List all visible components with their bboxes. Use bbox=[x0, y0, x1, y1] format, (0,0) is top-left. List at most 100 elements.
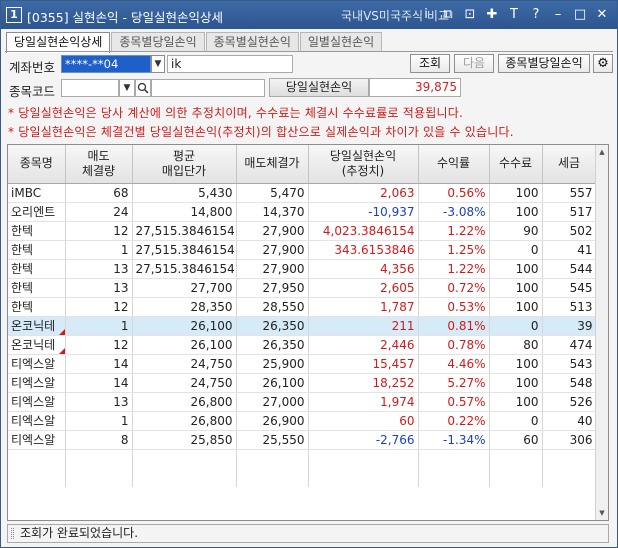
cell-fee: 100 bbox=[489, 354, 543, 374]
cell-text: 한텍 bbox=[11, 280, 34, 295]
cell-text: 26,900 bbox=[262, 413, 305, 428]
cell-sell-price: 5,470 bbox=[236, 183, 309, 203]
table-row[interactable]: 티엑스알 8 25,850 25,550 -2,766 -1.34% 60 306 bbox=[8, 430, 597, 450]
cell-text: 18,252 bbox=[372, 375, 415, 390]
cell-stock-name: 한텍 bbox=[8, 221, 66, 241]
column-header-return-rate[interactable]: 수익률 bbox=[418, 145, 490, 184]
cell-text: 100 bbox=[515, 299, 539, 314]
cell-avg-buy-price: 26,800 bbox=[132, 392, 237, 412]
tab-3[interactable]: 종목별실현손익 bbox=[205, 32, 299, 52]
maximize-icon[interactable]: □ bbox=[569, 5, 591, 25]
cell-avg-buy-price: 25,850 bbox=[132, 430, 237, 450]
cell-fee: 0 bbox=[489, 411, 543, 431]
cell-text: 5,470 bbox=[270, 185, 305, 200]
scroll-down-icon[interactable]: ▼ bbox=[596, 506, 608, 520]
table-row[interactable]: 티엑스알 13 26,800 27,000 1,974 0.57% 100 526 bbox=[8, 392, 597, 412]
cell-tax: 513 bbox=[542, 297, 597, 317]
table-row[interactable]: 한텍 13 27,515.3846154 27,900 4,356 1.22% 100 544 bbox=[8, 259, 597, 279]
tab-1[interactable]: 당일실현손익상세 bbox=[6, 32, 111, 53]
cell-return-rate: 0.53% bbox=[418, 297, 490, 317]
cell-return-rate: 4.46% bbox=[418, 354, 490, 374]
column-header-tax[interactable]: 세금 bbox=[542, 145, 597, 184]
cell-text: -2,766 bbox=[375, 432, 415, 447]
cell-stock-name: 한텍 bbox=[8, 259, 66, 279]
cell-sell-qty: 12 bbox=[65, 297, 133, 317]
cell-sell-price: 27,900 bbox=[236, 221, 309, 241]
table-row[interactable]: 온코닉테 1 26,100 26,350 211 0.81% 0 39 bbox=[8, 316, 597, 336]
scroll-up-icon[interactable]: ▲ bbox=[596, 145, 608, 159]
vertical-scrollbar[interactable]: ▲ ▼ bbox=[595, 145, 608, 520]
table-row[interactable]: 한텍 12 28,350 28,550 1,787 0.53% 100 513 bbox=[8, 297, 597, 317]
cell-text: 1.22% bbox=[447, 223, 486, 238]
empty-cell bbox=[65, 468, 133, 487]
cell-text: 13 bbox=[113, 261, 129, 276]
table-row[interactable]: 티엑스알 14 24,750 25,900 15,457 4.46% 100 543 bbox=[8, 354, 597, 374]
cell-return-rate: 1.22% bbox=[418, 259, 490, 279]
cell-avg-buy-price: 26,800 bbox=[132, 411, 237, 431]
close-icon[interactable]: ✕ bbox=[591, 5, 613, 25]
cell-text: 25,850 bbox=[190, 432, 233, 447]
help-icon[interactable]: ? bbox=[525, 5, 547, 25]
search-button[interactable]: 조회 bbox=[410, 54, 450, 73]
cell-tax: 474 bbox=[542, 335, 597, 355]
cell-stock-name: 티엑스알 bbox=[8, 373, 66, 393]
cell-text: 474 bbox=[569, 337, 593, 352]
cell-sell-qty: 14 bbox=[65, 354, 133, 374]
account-number-input[interactable]: ****-**04 bbox=[61, 55, 151, 73]
table-row[interactable]: iMBC 68 5,430 5,470 2,063 0.56% 100 557 bbox=[8, 183, 597, 203]
minimize-icon[interactable]: – bbox=[547, 5, 569, 25]
cell-fee: 100 bbox=[489, 373, 543, 393]
by-stock-daily-pnl-button[interactable]: 종목별당일손익 bbox=[498, 54, 590, 73]
link-icon[interactable]: ⧉ bbox=[437, 5, 459, 25]
info-icon[interactable]: i bbox=[415, 5, 437, 25]
cell-text: 26,100 bbox=[190, 337, 233, 352]
title-bar[interactable]: 1 [0355] 실현손익 - 당일실현손익상세 국내VS미국주식 비교 i ⧉ ⊡… bbox=[1, 1, 617, 29]
copy-icon[interactable]: ⊡ bbox=[459, 5, 481, 25]
cell-text: 1,787 bbox=[380, 299, 415, 314]
account-dropdown-icon[interactable]: ▼ bbox=[151, 55, 165, 73]
cell-text: 한텍 bbox=[11, 223, 34, 238]
next-button[interactable]: 다음 bbox=[454, 54, 494, 73]
cell-text: 100 bbox=[515, 375, 539, 390]
table-row[interactable]: 오리엔트 24 14,800 14,370 -10,937 -3.08% 100 517 bbox=[8, 202, 597, 222]
empty-cell bbox=[8, 468, 66, 487]
cell-sell-qty: 1 bbox=[65, 411, 133, 431]
cell-text: 27,900 bbox=[262, 242, 305, 257]
table-row[interactable]: 티엑스알 14 24,750 26,100 18,252 5.27% 100 548 bbox=[8, 373, 597, 393]
cell-text: 4,023.3846154 bbox=[322, 223, 415, 238]
table-row[interactable]: 온코닉테 12 26,100 26,350 2,446 0.78% 80 474 bbox=[8, 335, 597, 355]
cell-text: 13 bbox=[113, 280, 129, 295]
table-row[interactable]: 한텍 1 27,515.3846154 27,900 343.6153846 1.25% 0… bbox=[8, 240, 597, 260]
stock-code-input[interactable] bbox=[61, 79, 119, 97]
pin-icon[interactable]: ✚ bbox=[481, 5, 503, 25]
empty-row bbox=[8, 468, 597, 487]
cell-stock-name: 티엑스알 bbox=[8, 430, 66, 450]
column-header-avg-buy-price[interactable]: 평균 매입단가 bbox=[132, 145, 237, 184]
cell-tax: 41 bbox=[542, 240, 597, 260]
stock-code-dropdown-icon[interactable]: ▼ bbox=[119, 79, 135, 97]
settings-gear-icon[interactable]: ⚙ bbox=[593, 54, 613, 73]
column-header-fee[interactable]: 수수료 bbox=[489, 145, 543, 184]
table-row[interactable]: 한텍 12 27,515.3846154 27,900 4,023.3846154 1.2… bbox=[8, 221, 597, 241]
stock-search-icon[interactable] bbox=[135, 79, 151, 97]
red-corner-flag-icon bbox=[58, 328, 64, 334]
cell-return-rate: 0.56% bbox=[418, 183, 490, 203]
cell-text: 한텍 bbox=[11, 242, 34, 257]
cell-text: 한텍 bbox=[11, 261, 34, 276]
column-header-sell-qty[interactable]: 매도 체결량 bbox=[65, 145, 133, 184]
cell-text: 티엑스알 bbox=[11, 413, 56, 428]
column-header-sell-price[interactable]: 매도체결가 bbox=[236, 145, 309, 184]
cell-sell-price: 25,550 bbox=[236, 430, 309, 450]
tab-4[interactable]: 일별실현손익 bbox=[299, 32, 383, 52]
font-icon[interactable]: T bbox=[503, 5, 525, 25]
cell-text: 26,100 bbox=[262, 375, 305, 390]
cell-fee: 0 bbox=[489, 316, 543, 336]
column-header-daily-pnl[interactable]: 당일실현손익 (추정치) bbox=[308, 145, 419, 184]
tab-2[interactable]: 종목별당일손익 bbox=[111, 32, 205, 52]
cell-text: 100 bbox=[515, 356, 539, 371]
table-row[interactable]: 티엑스알 1 26,800 26,900 60 0.22% 0 40 bbox=[8, 411, 597, 431]
cell-text: 26,100 bbox=[190, 318, 233, 333]
table-row[interactable]: 한텍 13 27,700 27,950 2,605 0.72% 100 545 bbox=[8, 278, 597, 298]
cell-avg-buy-price: 5,430 bbox=[132, 183, 237, 203]
column-header-stock-name[interactable]: 종목명 bbox=[8, 145, 66, 184]
